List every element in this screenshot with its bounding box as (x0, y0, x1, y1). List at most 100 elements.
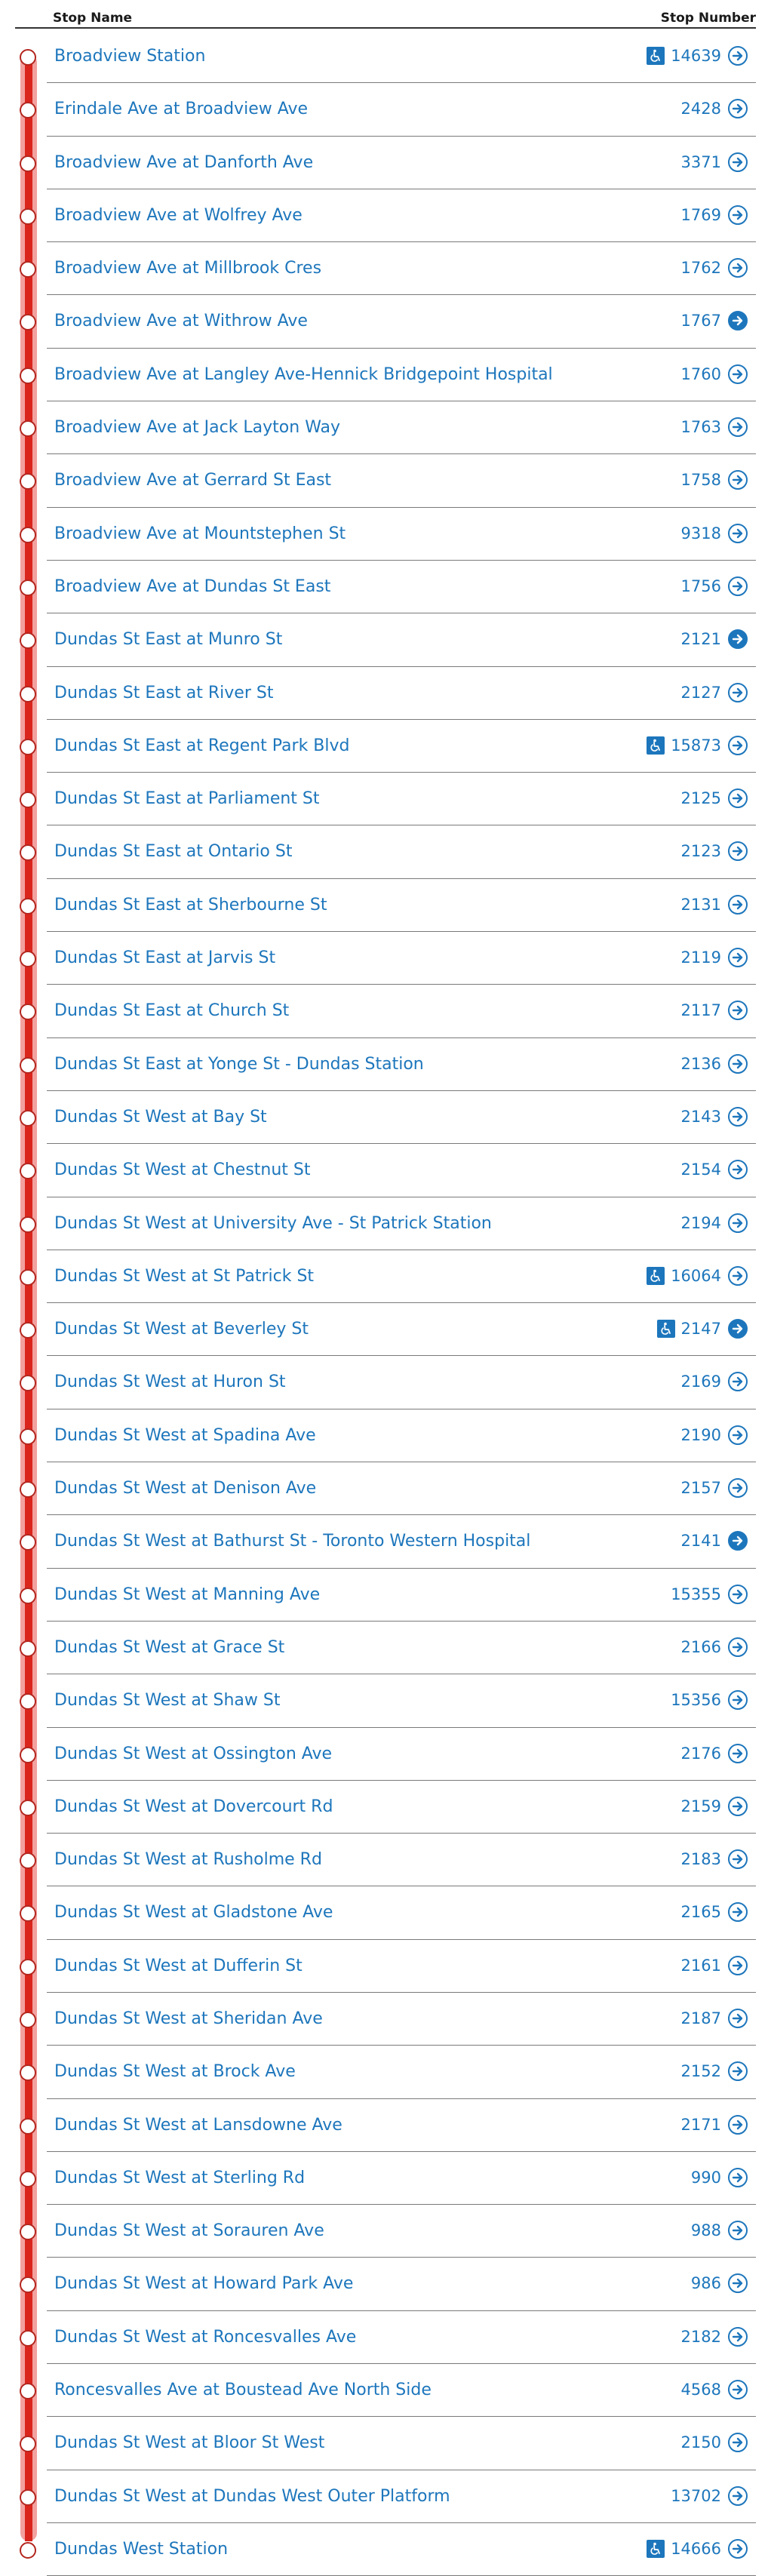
stop-row[interactable]: Dundas St East at Parliament St 2125 (20, 773, 756, 826)
stop-name-link[interactable]: Dundas St West at Ossington Ave (54, 1744, 332, 1763)
stop-name-link[interactable]: Dundas St East at Ontario St (54, 842, 292, 861)
stop-row[interactable]: Broadview Ave at Millbrook Cres 1762 (20, 242, 756, 296)
arrow-right-circle-icon[interactable] (727, 1689, 748, 1711)
stop-row[interactable]: Broadview Ave at Langley Ave-Hennick Bri… (20, 349, 756, 402)
stop-number-link[interactable]: 988 (691, 2221, 721, 2239)
stop-name-link[interactable]: Dundas St East at Yonge St - Dundas Stat… (54, 1055, 424, 1074)
stop-row[interactable]: Broadview Ave at Wolfrey Ave 1769 (20, 189, 756, 243)
stop-name-link[interactable]: Dundas St West at Brock Ave (54, 2062, 296, 2081)
stop-number-link[interactable]: 2154 (681, 1160, 721, 1179)
stop-row[interactable]: Dundas St West at Bloor St West 2150 (20, 2417, 756, 2470)
stop-name-link[interactable]: Broadview Ave at Danforth Ave (54, 153, 313, 172)
stop-number-link[interactable]: 2152 (681, 2062, 721, 2080)
stop-number-link[interactable]: 13702 (671, 2487, 721, 2505)
arrow-right-circle-icon[interactable] (727, 629, 748, 650)
arrow-right-circle-icon[interactable] (727, 894, 748, 915)
stop-number-link[interactable]: 2169 (681, 1373, 721, 1391)
stop-name-link[interactable]: Dundas St West at Denison Ave (54, 1479, 316, 1498)
stop-row[interactable]: Dundas St West at Lansdowne Ave 2171 (20, 2099, 756, 2152)
stop-number-link[interactable]: 2194 (681, 1214, 721, 1232)
arrow-right-circle-icon[interactable] (727, 1584, 748, 1605)
arrow-right-circle-icon[interactable] (727, 2326, 748, 2347)
stop-row[interactable]: Dundas St West at Shaw St 15356 (20, 1674, 756, 1728)
arrow-right-circle-icon[interactable] (727, 310, 748, 331)
stop-name-link[interactable]: Dundas St East at Jarvis St (54, 948, 275, 967)
stop-number-link[interactable]: 2117 (681, 1001, 721, 1019)
stop-row[interactable]: Dundas St East at Yonge St - Dundas Stat… (20, 1038, 756, 1091)
arrow-right-circle-icon[interactable] (727, 152, 748, 173)
stop-number-link[interactable]: 15355 (671, 1585, 721, 1603)
arrow-right-circle-icon[interactable] (727, 2485, 748, 2507)
stop-row[interactable]: Dundas St East at Ontario St 2123 (20, 825, 756, 879)
stop-number-link[interactable]: 2187 (681, 2009, 721, 2027)
stop-number-link[interactable]: 16064 (671, 1267, 721, 1285)
stop-row[interactable]: Broadview Ave at Dundas St East 1756 (20, 561, 756, 614)
arrow-right-circle-icon[interactable] (727, 1796, 748, 1817)
stop-number-link[interactable]: 990 (691, 2169, 721, 2187)
stop-number-link[interactable]: 2190 (681, 1426, 721, 1444)
arrow-right-circle-icon[interactable] (727, 682, 748, 703)
arrow-right-circle-icon[interactable] (727, 1318, 748, 1339)
stop-number-link[interactable]: 2147 (681, 1320, 721, 1338)
stop-row[interactable]: Broadview Ave at Mountstephen St 9318 (20, 508, 756, 561)
stop-name-link[interactable]: Dundas St West at Grace St (54, 1638, 284, 1657)
stop-name-link[interactable]: Broadview Ave at Wolfrey Ave (54, 206, 303, 225)
stop-row[interactable]: Dundas St West at Grace St 2166 (20, 1622, 756, 1675)
stop-row[interactable]: Dundas St East at Munro St 2121 (20, 613, 756, 667)
stop-number-link[interactable]: 4568 (681, 2381, 721, 2399)
stop-row[interactable]: Dundas St West at Dundas West Outer Plat… (20, 2470, 756, 2523)
stop-row[interactable]: Erindale Ave at Broadview Ave 2428 (20, 83, 756, 137)
stop-name-link[interactable]: Dundas St West at Dovercourt Rd (54, 1797, 333, 1816)
stop-number-link[interactable]: 2166 (681, 1638, 721, 1656)
stop-name-link[interactable]: Dundas St West at Sheridan Ave (54, 2009, 323, 2028)
stop-name-link[interactable]: Dundas St West at Howard Park Ave (54, 2274, 353, 2293)
stop-name-link[interactable]: Broadview Ave at Dundas St East (54, 577, 330, 596)
stop-number-link[interactable]: 2428 (681, 100, 721, 118)
stop-row[interactable]: Dundas St West at Dovercourt Rd 2159 (20, 1781, 756, 1834)
stop-number-link[interactable]: 9318 (681, 524, 721, 543)
stop-name-link[interactable]: Dundas St West at Chestnut St (54, 1160, 311, 1179)
stop-name-link[interactable]: Broadview Ave at Withrow Ave (54, 312, 308, 330)
stop-row[interactable]: Dundas St West at Huron St 2169 (20, 1356, 756, 1409)
stop-name-link[interactable]: Dundas St West at Shaw St (54, 1691, 280, 1710)
arrow-right-circle-icon[interactable] (727, 2114, 748, 2135)
stop-row[interactable]: Dundas St West at Gladstone Ave 2165 (20, 1886, 756, 1940)
stop-name-link[interactable]: Dundas St West at Bay St (54, 1108, 267, 1127)
stop-row[interactable]: Dundas St West at Rusholme Rd 2183 (20, 1834, 756, 1887)
stop-name-link[interactable]: Dundas St West at Rusholme Rd (54, 1850, 322, 1869)
stop-name-link[interactable]: Broadview Ave at Millbrook Cres (54, 259, 321, 278)
stop-name-link[interactable]: Dundas St West at Dufferin St (54, 1957, 303, 1975)
stop-name-link[interactable]: Dundas St West at St Patrick St (54, 1267, 314, 1286)
stop-number-link[interactable]: 3371 (681, 153, 721, 171)
stop-name-link[interactable]: Dundas St East at Munro St (54, 630, 282, 649)
stop-row[interactable]: Dundas St West at Manning Ave 15355 (20, 1569, 756, 1622)
stop-number-link[interactable]: 15873 (671, 736, 721, 755)
stop-row[interactable]: Broadview Station 14639 (20, 30, 756, 84)
stop-name-link[interactable]: Dundas St East at River St (54, 684, 273, 702)
arrow-right-circle-icon[interactable] (727, 2061, 748, 2082)
stop-name-link[interactable]: Dundas St West at Sorauren Ave (54, 2221, 324, 2240)
stop-number-link[interactable]: 2125 (681, 789, 721, 807)
arrow-right-circle-icon[interactable] (727, 2220, 748, 2241)
arrow-right-circle-icon[interactable] (727, 788, 748, 809)
stop-number-link[interactable]: 2171 (681, 2116, 721, 2134)
stop-name-link[interactable]: Dundas St West at Lansdowne Ave (54, 2116, 342, 2135)
arrow-right-circle-icon[interactable] (727, 2379, 748, 2400)
arrow-right-circle-icon[interactable] (727, 469, 748, 490)
stop-number-link[interactable]: 2157 (681, 1479, 721, 1497)
stop-name-link[interactable]: Dundas St West at Spadina Ave (54, 1426, 316, 1445)
arrow-right-circle-icon[interactable] (727, 2538, 748, 2559)
arrow-right-circle-icon[interactable] (727, 364, 748, 385)
stop-name-link[interactable]: Dundas St East at Parliament St (54, 789, 320, 808)
stop-number-link[interactable]: 2119 (681, 948, 721, 967)
arrow-right-circle-icon[interactable] (727, 523, 748, 544)
stop-row[interactable]: Dundas St East at Church St 2117 (20, 985, 756, 1038)
stop-name-link[interactable]: Dundas St West at Huron St (54, 1373, 286, 1391)
arrow-right-circle-icon[interactable] (727, 257, 748, 278)
stop-row[interactable]: Dundas St West at Spadina Ave 2190 (20, 1409, 756, 1463)
stop-row[interactable]: Dundas St West at Sorauren Ave 988 (20, 2205, 756, 2258)
stop-number-link[interactable]: 15356 (671, 1691, 721, 1709)
stop-name-link[interactable]: Erindale Ave at Broadview Ave (54, 100, 308, 118)
arrow-right-circle-icon[interactable] (727, 2273, 748, 2294)
arrow-right-circle-icon[interactable] (727, 2008, 748, 2029)
